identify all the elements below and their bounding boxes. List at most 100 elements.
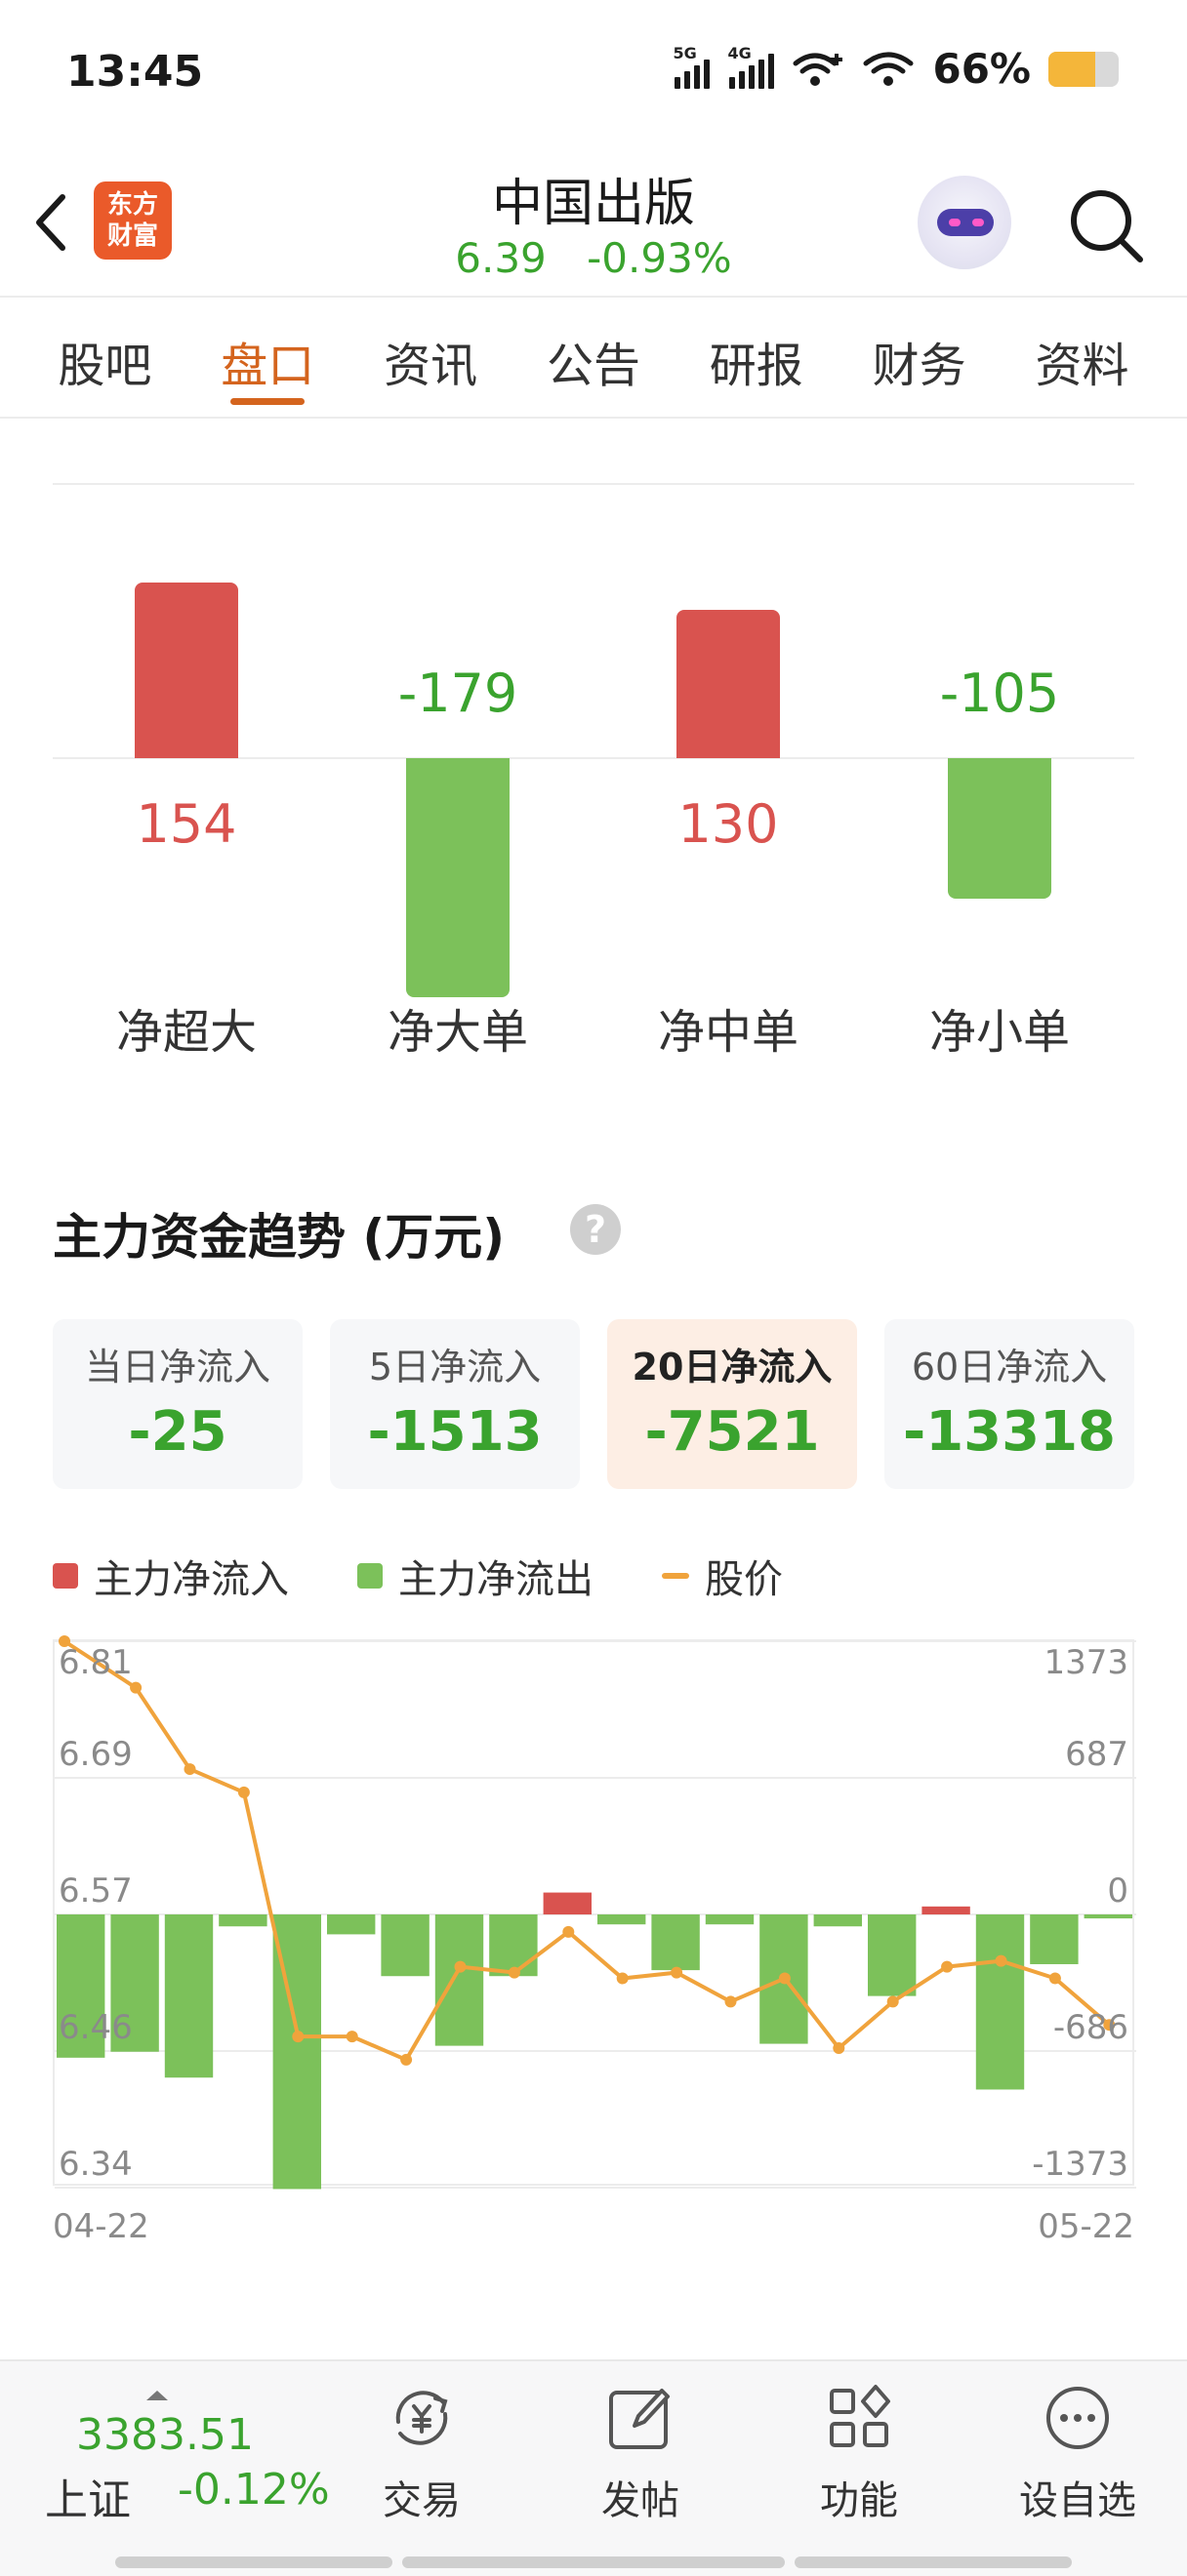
outflow-bar <box>327 1914 376 1935</box>
outflow-bar <box>219 1914 267 1927</box>
index-quote[interactable]: 3383.51 上证 -0.12% <box>45 2391 338 2537</box>
period-card-20d[interactable]: 20日净流入 -7521 <box>607 1319 857 1489</box>
outflow-bar <box>164 1914 214 2078</box>
period-cards: 当日净流入 -25 5日净流入 -1513 20日净流入 -7521 60日净流… <box>53 1319 1134 1489</box>
signal-4g-label: 4G <box>727 43 752 62</box>
inflow-bar <box>921 1906 970 1914</box>
assistant-robot-icon[interactable] <box>918 176 1011 269</box>
legend-price-label: 股价 <box>705 1557 783 1602</box>
price-point <box>346 2031 358 2043</box>
price-line <box>62 1639 1111 2063</box>
fund-trend-chart[interactable] <box>53 1635 1136 2190</box>
add-watchlist-button[interactable]: 设自选 <box>990 2373 1166 2529</box>
price-point <box>1048 1972 1061 1985</box>
battery-percent: 66% <box>932 45 1031 93</box>
period-card-today[interactable]: 当日净流入 -25 <box>53 1319 303 1489</box>
outflow-bar <box>597 1914 646 1925</box>
wifi-icon <box>863 52 914 86</box>
legend-outflow-swatch <box>357 1563 383 1589</box>
chart-canvas <box>55 1635 1136 2190</box>
edit-post-icon <box>609 2389 670 2449</box>
price-point <box>616 1972 629 1985</box>
battery-icon <box>1048 51 1119 87</box>
post-button[interactable]: 发帖 <box>553 2373 728 2529</box>
section-divider <box>53 483 1134 485</box>
y-tick-right: 687 <box>1065 1735 1128 1774</box>
help-icon[interactable]: ? <box>570 1204 621 1255</box>
stock-change: -0.93% <box>587 234 732 282</box>
outflow-bar <box>705 1914 755 1925</box>
price-point <box>130 1681 143 1694</box>
x-tick-end: 05-22 <box>1038 2207 1134 2246</box>
outflow-bar <box>434 1914 484 2046</box>
period-label: 60日净流入 <box>911 1346 1108 1389</box>
gesture-bar-center <box>402 2556 785 2568</box>
tab-ziliao[interactable]: 资料 <box>1008 298 1155 417</box>
legend-inflow-swatch <box>53 1563 78 1589</box>
y-tick-right: 0 <box>1107 1872 1128 1911</box>
signal-4g-icon: 4G <box>727 44 775 89</box>
stock-quote: 6.39 -0.93% <box>0 234 1187 282</box>
price-point <box>400 2053 413 2066</box>
tab-gonggao[interactable]: 公告 <box>520 298 667 417</box>
y-tick-left: 6.69 <box>59 1735 133 1774</box>
y-tick-right: -686 <box>1052 2008 1128 2047</box>
stock-price: 6.39 <box>455 234 547 282</box>
price-point <box>562 1925 575 1938</box>
flow-value: 154 <box>136 793 237 855</box>
outflow-bar <box>868 1914 917 1996</box>
price-point <box>184 1763 196 1776</box>
y-tick-left: 6.34 <box>59 2145 133 2184</box>
index-name: 上证 <box>45 2475 131 2525</box>
search-icon[interactable] <box>1064 183 1148 267</box>
period-value: -25 <box>128 1400 227 1464</box>
price-point <box>671 1966 683 1979</box>
legend-outflow-label: 主力净流出 <box>398 1557 594 1602</box>
y-tick-right: -1373 <box>1032 2145 1128 2184</box>
period-value: -1513 <box>367 1400 543 1464</box>
legend-price: 股价 <box>662 1548 783 1604</box>
trade-button[interactable]: 交易 <box>334 2373 510 2529</box>
legend-outflow: 主力净流出 <box>357 1548 594 1604</box>
period-value: -7521 <box>644 1400 820 1464</box>
tab-guba[interactable]: 股吧 <box>31 298 178 417</box>
status-bar: 13:45 5G 4G 66% <box>0 0 1187 146</box>
flow-bar <box>406 758 510 997</box>
grid-function-icon <box>830 2385 890 2447</box>
outflow-bar <box>1030 1914 1079 1964</box>
nav-header: 东方 财富 中国出版 6.39 -0.93% <box>0 146 1187 298</box>
period-label: 20日净流入 <box>632 1346 833 1389</box>
price-point <box>724 1995 737 2008</box>
period-card-5d[interactable]: 5日净流入 -1513 <box>330 1319 580 1489</box>
outflow-bar <box>975 1914 1025 2090</box>
gesture-bar-right <box>795 2556 1072 2568</box>
price-point <box>508 1966 520 1979</box>
tab-zixun[interactable]: 资讯 <box>357 298 504 417</box>
flow-value: 130 <box>677 793 779 855</box>
inflow-bar <box>543 1892 592 1914</box>
legend-inflow-label: 主力净流入 <box>94 1557 289 1602</box>
price-point <box>995 1954 1007 1967</box>
post-label: 发帖 <box>601 2478 679 2523</box>
index-price: 3383.51 <box>76 2410 254 2460</box>
add-watchlist-label: 设自选 <box>1019 2478 1136 2523</box>
period-label: 5日净流入 <box>368 1346 542 1389</box>
tab-caiwu[interactable]: 财务 <box>846 298 993 417</box>
chart-legend: 主力净流入 主力净流出 股价 <box>53 1548 851 1604</box>
tab-yanbao[interactable]: 研报 <box>683 298 830 417</box>
flow-value: -105 <box>939 663 1060 724</box>
y-tick-left: 6.46 <box>59 2008 133 2047</box>
period-label: 当日净流入 <box>84 1346 270 1389</box>
price-point <box>778 1972 791 1985</box>
caret-up-icon <box>146 2391 168 2400</box>
flow-bar <box>948 758 1051 899</box>
tab-pankou[interactable]: 盘口 <box>194 298 341 417</box>
y-tick-right: 1373 <box>1044 1643 1128 1682</box>
status-icons: 5G 4G 66% <box>673 43 1119 93</box>
flow-label: 净大单 <box>387 1005 528 1060</box>
y-tick-left: 6.81 <box>59 1643 133 1682</box>
price-point <box>886 1995 899 2008</box>
function-button[interactable]: 功能 <box>771 2373 947 2529</box>
signal-5g-label: 5G <box>673 43 697 62</box>
period-card-60d[interactable]: 60日净流入 -13318 <box>884 1319 1134 1489</box>
